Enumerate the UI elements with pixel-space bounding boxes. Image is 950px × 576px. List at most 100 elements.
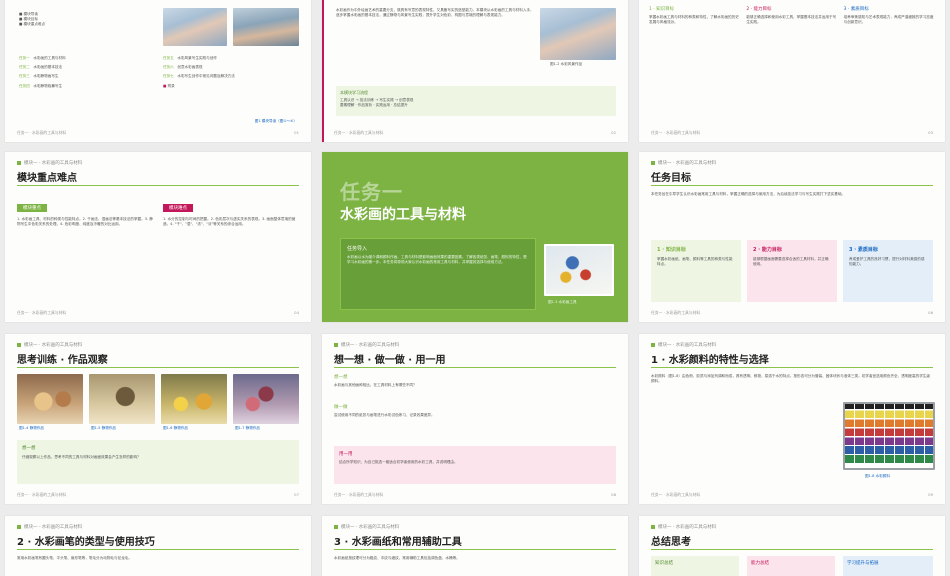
still-life-image-3 bbox=[161, 374, 227, 424]
think-box-title: 想一想 bbox=[22, 446, 36, 451]
intro-caption: 图1 模块导读（图①～④） bbox=[254, 118, 297, 123]
summary-card-extension: 学习提升与拓展 bbox=[843, 556, 933, 576]
title-underline bbox=[17, 185, 299, 186]
title-underline bbox=[17, 367, 299, 368]
palette-caption: 图1-8 水彩颜料 bbox=[865, 474, 890, 478]
intro-bullets: ■ 模块导读 ■ 模块目标 ■ 模块重点难点 bbox=[19, 12, 45, 28]
caption-4: 图1-7 静物作品 bbox=[235, 426, 260, 430]
still-life-image-4 bbox=[233, 374, 299, 424]
slide-header: 模块一 · 水彩画的工具与材料 bbox=[17, 160, 82, 166]
slide-key-points[interactable]: 模块一 · 水彩画的工具与材料 模块重点难点 模块重点 1. 水彩画工具、材料的… bbox=[5, 152, 311, 322]
slide-title: 模块重点难点 bbox=[17, 173, 77, 184]
caption-3: 图1-6 静物作品 bbox=[163, 426, 188, 430]
slide-title: 想一想 · 做一做 · 用一用 bbox=[334, 355, 446, 366]
watercolor-palette-image bbox=[843, 402, 935, 470]
landscape-image-2 bbox=[233, 8, 299, 46]
flow-box: 本模块学习流程 工具认识 → 技法训练 → 写生实践 → 创意表现 要素理解 ·… bbox=[336, 86, 616, 116]
slide-header: 模块一 · 水彩画的工具与材料 bbox=[651, 342, 716, 348]
difficult-tag: 模块难点 bbox=[163, 204, 193, 212]
slide-title: 2 · 水彩画笔的类型与使用技巧 bbox=[17, 537, 155, 548]
cover-task-title: 水彩画的工具与材料 bbox=[340, 207, 466, 223]
slide-footer: 任务一 · 水彩画的工具与材料 03 bbox=[651, 130, 933, 135]
think-box-text: 仔细观察以上作品，思考不同的工具与材料对画面效果会产生怎样的影响？ bbox=[22, 455, 141, 459]
slide-think-do-use[interactable]: 模块一 · 水彩画的工具与材料 想一想 · 做一做 · 用一用 想一想 水彩画与… bbox=[322, 334, 628, 504]
slide-observation[interactable]: 模块一 · 水彩画的工具与材料 思考训练 · 作品观察 图1-4 静物作品 图1… bbox=[5, 334, 311, 504]
slide-header: 模块一 · 水彩画的工具与材料 bbox=[17, 524, 82, 530]
key-tag: 模块重点 bbox=[17, 204, 47, 212]
slide-title: 3 · 水彩画纸和常用辅助工具 bbox=[334, 537, 462, 548]
cover-intro-title: 任务导入 bbox=[347, 246, 368, 252]
slide-paint-properties[interactable]: 模块一 · 水彩画的工具与材料 1 · 水彩颜料的特性与选择 水彩颜料（图1-8… bbox=[639, 334, 945, 504]
do-section: 做一做 尝试使用不同的纸张与画笔进行水彩试色练习，记录效果差异。 bbox=[334, 405, 435, 417]
slide-footer: 任务一 · 水彩画的工具与材料 09 bbox=[651, 492, 933, 497]
goal-card-quality: 3 · 素质目标 养成爱护工具的良好习惯，提升对材料美感的感知能力。 bbox=[843, 240, 933, 302]
paper-paragraph: 水彩画纸按纹理可分为粗纹、中纹与细纹，常用辅助工具包括调色盘、水桶等。 bbox=[334, 556, 460, 560]
slide-footer: 任务一 · 水彩画的工具与材料 08 bbox=[334, 492, 616, 497]
goal-card-knowledge: 1 · 知识目标 掌握水彩画纸、画笔、颜料等工具的种类与性能特点。 bbox=[651, 240, 741, 302]
goal-col-knowledge: 1 · 知识目标 掌握水彩画工具与材料的种类和特性，了解水彩画的历史发展与风格流… bbox=[649, 7, 739, 25]
flow-title: 本模块学习流程 bbox=[340, 90, 368, 95]
cover-intro-box: 任务导入 水彩画以水为媒介调和颜料作画，工具与材料是影响画面效果的重要因素。了解… bbox=[340, 238, 536, 310]
think-box: 想一想 仔细观察以上作品，思考不同的工具与材料对画面效果会产生怎样的影响？ bbox=[17, 440, 299, 484]
slide-title: 任务目标 bbox=[651, 173, 691, 184]
title-underline bbox=[334, 367, 616, 368]
slide-task-cover[interactable]: 任务一 水彩画的工具与材料 任务导入 水彩画以水为媒介调和颜料作画，工具与材料是… bbox=[322, 152, 628, 322]
cover-intro-text: 水彩画以水为媒介调和颜料作画，工具与材料是影响画面效果的重要因素。了解各类纸张、… bbox=[347, 255, 527, 265]
slide-task-goals[interactable]: 模块一 · 水彩画的工具与材料 任务目标 本任务旨在引导学生认识水彩画常用工具与… bbox=[639, 152, 945, 322]
still-life-image-2 bbox=[89, 374, 155, 424]
slide-footer: 任务一 · 水彩画的工具与材料 02 bbox=[334, 130, 616, 135]
title-underline bbox=[651, 549, 933, 550]
slide-module-goals[interactable]: 1 · 知识目标 掌握水彩画工具与材料的种类和特性，了解水彩画的历史发展与风格流… bbox=[639, 0, 945, 142]
slide-summary[interactable]: 模块一 · 水彩画的工具与材料 总结思考 知识总结 能力总结 学习提升与拓展 bbox=[639, 516, 945, 576]
summary-card-knowledge: 知识总结 bbox=[651, 556, 739, 576]
slide-footer: 任务一 · 水彩画的工具与材料 04 bbox=[17, 310, 299, 315]
slide-brush-types[interactable]: 模块一 · 水彩画的工具与材料 2 · 水彩画笔的类型与使用技巧 常用水彩画笔有… bbox=[5, 516, 311, 576]
goals-intro: 本任务旨在引导学生认识水彩画常用工具与材料，掌握正确的选择与使用方法，为后续技法… bbox=[651, 192, 846, 196]
goal-columns: 1 · 知识目标 掌握水彩画工具与材料的种类和特性，了解水彩画的历史发展与风格流… bbox=[649, 6, 935, 25]
bullet-2: ■ 模块重点难点 bbox=[19, 22, 46, 27]
slide-header: 模块一 · 水彩画的工具与材料 bbox=[651, 524, 716, 530]
paint-paragraph: 水彩颜料（图1-8）由色粉、胶质与添加剂调和而成，具有透明、鲜艳、易溶于水的特点… bbox=[651, 374, 930, 384]
task-list-left: 任务一 水彩画的工具与材料 任务二 水彩画的基本技法 任务三 水彩静物画写生 任… bbox=[19, 56, 66, 88]
slide-footer: 任务一 · 水彩画的工具与材料 06 bbox=[651, 310, 933, 315]
slide-grid: ■ 模块导读 ■ 模块目标 ■ 模块重点难点 任务一 水彩画的工具与材料 任务二… bbox=[0, 0, 950, 576]
slide-footer: 任务一 · 水彩画的工具与材料 01 bbox=[17, 130, 299, 135]
tools-artwork-image bbox=[544, 244, 614, 296]
slide-module-intro[interactable]: ■ 模块导读 ■ 模块目标 ■ 模块重点难点 任务一 水彩画的工具与材料 任务二… bbox=[5, 0, 311, 142]
slide-title: 1 · 水彩颜料的特性与选择 bbox=[651, 355, 769, 366]
difficult-points-col: 模块难点 1. 水分的控制与时间的把握。2. 色彩层次与虚实关系的表现。3. 画… bbox=[163, 194, 299, 227]
cover-task-number: 任务一 bbox=[340, 180, 403, 204]
landscape-image-1 bbox=[163, 8, 227, 46]
title-underline bbox=[17, 549, 299, 550]
caption-1: 图1-4 静物作品 bbox=[19, 426, 44, 430]
reading-paragraph: 水彩画作为中外绘画艺术的重要分支，既具有写意的表现特性，又具备写实的造型能力。本… bbox=[336, 8, 534, 18]
still-life-image-1 bbox=[17, 374, 83, 424]
use-box: 用一用 结合所学知识，为自己挑选一套适合初学者使用的水彩工具，并说明理由。 bbox=[334, 446, 616, 484]
goal-col-quality: 3 · 素质目标 培养审美感知与艺术表现能力，养成严谨细致的学习态度与创新意识。 bbox=[843, 7, 934, 25]
difficult-text: 1. 水分的控制与时间的把握。2. 色彩层次与虚实关系的表现。3. 画面整体意境… bbox=[163, 217, 296, 227]
key-text: 1. 水彩画工具、材料的种类与性能特点。2. 干画法、湿画法等基本技法的掌握。3… bbox=[17, 217, 153, 227]
slide-title: 总结思考 bbox=[651, 537, 691, 548]
cover-caption: 图1-3 水彩画工具 bbox=[548, 300, 577, 304]
accent-bar bbox=[322, 0, 324, 142]
title-underline bbox=[651, 367, 933, 368]
slide-module-reading[interactable]: 水彩画作为中外绘画艺术的重要分支，既具有写意的表现特性，又具备写实的造型能力。本… bbox=[322, 0, 628, 142]
think-section: 想一想 水彩画与其他画种相比，在工具材料上有哪些不同？ bbox=[334, 375, 417, 387]
slide-header: 模块一 · 水彩画的工具与材料 bbox=[17, 342, 82, 348]
slide-header: 模块一 · 水彩画的工具与材料 bbox=[334, 342, 399, 348]
title-underline bbox=[651, 185, 933, 186]
flow-line-2: 要素理解 · 作品赏析 · 实践运用 · 总结提升 bbox=[340, 103, 408, 108]
slide-header: 模块一 · 水彩画的工具与材料 bbox=[651, 160, 716, 166]
goal-col-ability: 2 · 能力目标 能够正确选择和使用水彩工具，掌握基本技法并运用于写生实践。 bbox=[746, 7, 837, 25]
goal-card-ability: 2 · 能力目标 能够根据画面需要选择合适的工具材料，并正确使用。 bbox=[747, 240, 837, 302]
slide-title: 思考训练 · 作品观察 bbox=[17, 355, 108, 366]
watercolor-landscape-image bbox=[540, 8, 616, 60]
brush-paragraph: 常用水彩画笔有圆头笔、平头笔、扇形笔等，笔毛分为动物毛与尼龙毛。 bbox=[17, 556, 132, 560]
key-points-col: 模块重点 1. 水彩画工具、材料的种类与性能特点。2. 干画法、湿画法等基本技法… bbox=[17, 194, 153, 227]
task-list-right: 任务五 水彩风景写生实践与创作 任务六 创意水彩画表现 任务七 水彩写生创作中常… bbox=[163, 56, 235, 88]
summary-card-ability: 能力总结 bbox=[747, 556, 835, 576]
slide-paper-tools[interactable]: 模块一 · 水彩画的工具与材料 3 · 水彩画纸和常用辅助工具 水彩画纸按纹理可… bbox=[322, 516, 628, 576]
slide-footer: 任务一 · 水彩画的工具与材料 07 bbox=[17, 492, 299, 497]
title-underline bbox=[334, 549, 616, 550]
caption-2: 图1-5 静物作品 bbox=[91, 426, 116, 430]
